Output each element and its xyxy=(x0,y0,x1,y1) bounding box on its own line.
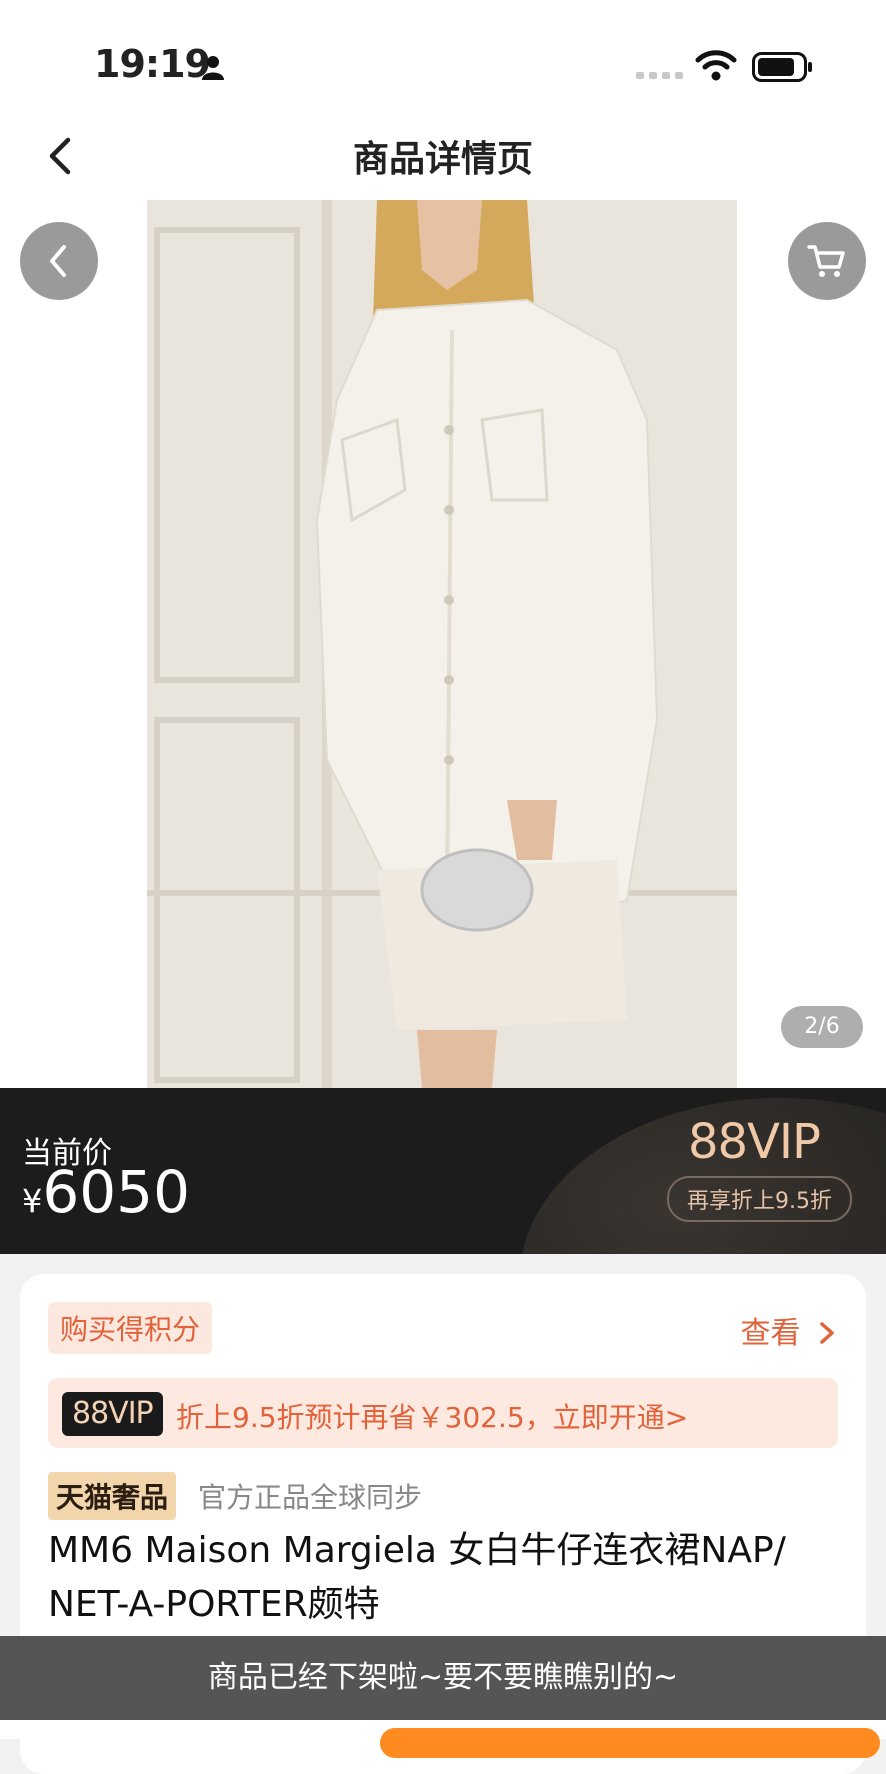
person-icon xyxy=(202,56,224,80)
battery-icon xyxy=(752,52,812,82)
nav-bar: 商品详情页 xyxy=(0,120,886,200)
product-image[interactable] xyxy=(147,200,737,1088)
status-time: 19:19 xyxy=(94,42,211,86)
image-counter: 2/6 xyxy=(781,1006,863,1048)
bottom-action-button[interactable] xyxy=(380,1728,880,1758)
status-bar: 19:19 xyxy=(0,0,886,120)
bottom-action-bar xyxy=(0,1720,886,1758)
vip-promo-banner[interactable]: 88VIP 折上9.5折预计再省￥302.5，立即开通> xyxy=(48,1378,838,1448)
price-bar: 当前价 ¥6050 88VIP 再享折上9.5折 xyxy=(0,1088,886,1254)
tmall-luxury-tag: 天猫奢品 xyxy=(48,1472,177,1520)
delisted-toast: 商品已经下架啦~要不要瞧瞧别的~ xyxy=(0,1636,886,1720)
chevron-left-icon xyxy=(50,245,66,277)
vip-promo-text: 折上9.5折预计再省￥302.5，立即开通> xyxy=(176,1401,689,1434)
signal-dots-icon xyxy=(636,72,683,79)
gallery-prev-button[interactable] xyxy=(20,222,98,300)
page-title: 商品详情页 xyxy=(352,139,533,180)
price-amount: 6050 xyxy=(42,1158,190,1226)
vip-logo: 88VIP xyxy=(687,1114,821,1170)
official-authentic-text: 官方正品全球同步 xyxy=(198,1481,423,1514)
points-tag: 购买得积分 xyxy=(48,1302,213,1354)
view-points-link[interactable]: 查看 xyxy=(740,1308,838,1352)
wifi-icon xyxy=(695,50,737,81)
vip-discount-badge[interactable]: 再享折上9.5折 xyxy=(667,1176,852,1222)
vip-chip: 88VIP xyxy=(62,1392,163,1436)
cart-button[interactable] xyxy=(788,222,866,300)
price-value: ¥6050 xyxy=(22,1158,190,1226)
product-title: MM6 Maison Margiela 女白牛仔连衣裙NAP/ NET-A-PO… xyxy=(48,1530,786,1625)
chevron-right-icon xyxy=(820,1322,834,1344)
view-link-label: 查看 xyxy=(740,1316,801,1351)
cart-icon xyxy=(807,245,845,277)
product-gallery[interactable]: 2/6 xyxy=(0,200,886,1088)
currency-symbol: ¥ xyxy=(22,1182,43,1220)
